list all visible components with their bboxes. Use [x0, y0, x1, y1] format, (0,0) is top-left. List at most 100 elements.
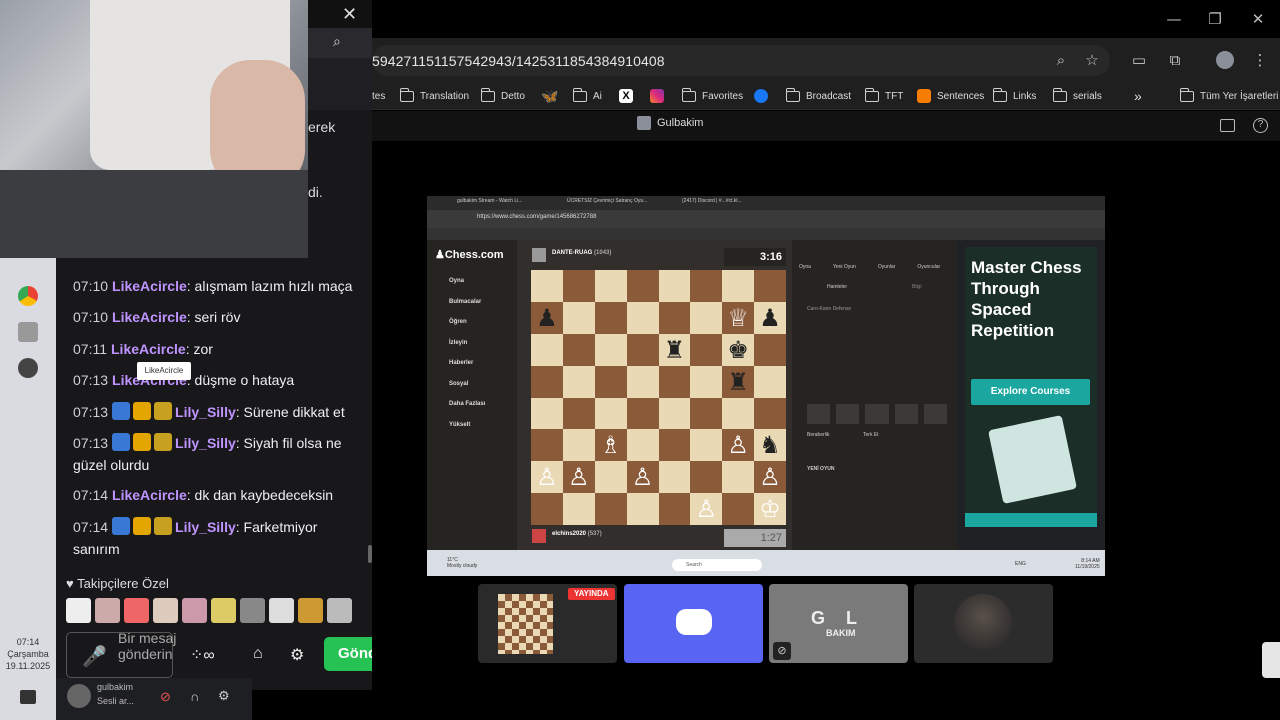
close-window-icon[interactable]: ✕: [1247, 8, 1269, 30]
board-square[interactable]: [626, 301, 659, 334]
emote[interactable]: [327, 598, 352, 623]
board-square[interactable]: [562, 270, 595, 302]
board-square[interactable]: [626, 429, 659, 461]
board-square[interactable]: ♟: [754, 301, 786, 334]
board-square[interactable]: [722, 461, 755, 493]
bookmark-folder-links[interactable]: Links: [992, 87, 1036, 104]
play-button[interactable]: [865, 404, 889, 424]
board-square[interactable]: [594, 301, 627, 334]
emote[interactable]: [95, 598, 120, 623]
url-text[interactable]: 594271151157542943/1425311854384910408: [372, 53, 665, 69]
chat-username[interactable]: Lily_Silly: [175, 435, 236, 451]
bookmark-instagram[interactable]: [650, 88, 664, 104]
board-square[interactable]: [562, 333, 595, 366]
board-square[interactable]: [658, 461, 691, 493]
extensions-icon[interactable]: ⧉: [1164, 49, 1186, 71]
notification-icon[interactable]: [20, 690, 36, 704]
emote[interactable]: [269, 598, 294, 623]
bookmark-folder-serials[interactable]: serials: [1052, 87, 1102, 104]
board-square[interactable]: ♙: [754, 461, 786, 493]
board-square[interactable]: ♟: [531, 301, 563, 334]
bookmark-sentences[interactable]: Sentences: [917, 88, 984, 104]
chat-username[interactable]: Lily_Silly: [175, 404, 236, 420]
board-square[interactable]: ♙: [690, 493, 723, 525]
board-square[interactable]: ♙: [722, 429, 755, 461]
bookmark-folder-translation[interactable]: Translation: [399, 87, 469, 104]
obs-icon[interactable]: [18, 358, 38, 378]
profile-avatar[interactable]: [1216, 51, 1234, 69]
chat-username[interactable]: LikeAcircle: [111, 341, 186, 357]
first-move-button[interactable]: [807, 404, 831, 424]
board-square[interactable]: [690, 429, 723, 461]
more-bookmarks-chevron[interactable]: »: [1134, 88, 1142, 104]
bookmark-bluesky[interactable]: 🦋: [541, 88, 558, 104]
board-square[interactable]: ♙: [562, 461, 595, 493]
board-square[interactable]: [594, 397, 627, 429]
board-square[interactable]: [562, 493, 595, 525]
app-icon[interactable]: [18, 322, 38, 342]
send-button[interactable]: Gönder: [324, 637, 372, 671]
board-square[interactable]: [531, 429, 563, 461]
bookmark-folder-tft[interactable]: TFT: [864, 87, 903, 104]
board-square[interactable]: ♞: [754, 429, 786, 461]
emote[interactable]: [124, 598, 149, 623]
board-square[interactable]: [531, 397, 563, 429]
board-square[interactable]: ♕: [722, 301, 755, 334]
board-square[interactable]: [594, 365, 627, 398]
microphone-icon[interactable]: 🎤: [82, 644, 107, 669]
board-square[interactable]: ♙: [626, 461, 659, 493]
board-square[interactable]: [531, 333, 563, 366]
board-square[interactable]: [562, 429, 595, 461]
board-square[interactable]: ♗: [594, 429, 627, 461]
board-square[interactable]: [531, 493, 563, 525]
board-square[interactable]: [690, 365, 723, 398]
last-move-button[interactable]: [923, 404, 948, 424]
bookmark-item[interactable]: tes: [372, 88, 385, 104]
mic-muted-icon[interactable]: ⊘: [160, 689, 171, 705]
minimize-icon[interactable]: —: [1163, 8, 1185, 30]
all-bookmarks-folder[interactable]: Tüm Yer İşaretleri: [1179, 87, 1278, 104]
board-square[interactable]: [658, 270, 691, 302]
discord-thumbnail[interactable]: [624, 584, 763, 663]
menu-kebab-icon[interactable]: ⋮: [1249, 49, 1271, 71]
headset-icon[interactable]: ∩: [190, 689, 199, 704]
chat-username[interactable]: LikeAcircle: [112, 278, 187, 294]
help-icon[interactable]: ?: [1253, 118, 1268, 133]
side-panel-toggle[interactable]: [1262, 642, 1280, 678]
board-square[interactable]: [626, 333, 659, 366]
board-square[interactable]: [754, 397, 786, 429]
bookmark-folder-ai[interactable]: Ai: [572, 87, 602, 104]
camera-thumbnail[interactable]: [914, 584, 1053, 663]
board-square[interactable]: [594, 461, 627, 493]
bookmark-folder-detto[interactable]: Detto: [480, 87, 525, 104]
board-square[interactable]: [754, 365, 786, 398]
gulbakim-thumbnail[interactable]: G L BAKIM ⊘: [769, 584, 908, 663]
board-square[interactable]: [562, 301, 595, 334]
board-square[interactable]: [658, 301, 691, 334]
board-square[interactable]: [658, 365, 691, 398]
stream-thumbnail[interactable]: YAYINDA: [478, 584, 617, 663]
popout-icon[interactable]: [1220, 119, 1235, 132]
close-icon[interactable]: ✕: [342, 4, 357, 25]
emote[interactable]: [240, 598, 265, 623]
zoom-search-icon[interactable]: ⌕: [1050, 49, 1072, 71]
board-square[interactable]: [690, 397, 723, 429]
board-square[interactable]: [562, 397, 595, 429]
bits-icon[interactable]: ⁘∞: [190, 645, 215, 665]
board-square[interactable]: [690, 270, 723, 302]
board-square[interactable]: [658, 397, 691, 429]
board-square[interactable]: ♜: [658, 333, 691, 366]
bookmark-star-icon[interactable]: ☆: [1081, 49, 1103, 71]
board-square[interactable]: [626, 493, 659, 525]
emote[interactable]: [182, 598, 207, 623]
board-square[interactable]: [658, 493, 691, 525]
board-square[interactable]: ♚: [722, 333, 755, 366]
prev-move-button[interactable]: [836, 404, 860, 424]
bookmark-facebook[interactable]: [754, 88, 768, 104]
zoom-icon[interactable]: ⌕: [333, 33, 341, 50]
bookmark-folder-broadcast[interactable]: Broadcast: [785, 87, 851, 104]
emote[interactable]: [298, 598, 323, 623]
tab-search-icon[interactable]: ▭: [1128, 49, 1150, 71]
chrome-icon[interactable]: [18, 286, 38, 306]
chat-scrollbar[interactable]: [368, 545, 372, 563]
